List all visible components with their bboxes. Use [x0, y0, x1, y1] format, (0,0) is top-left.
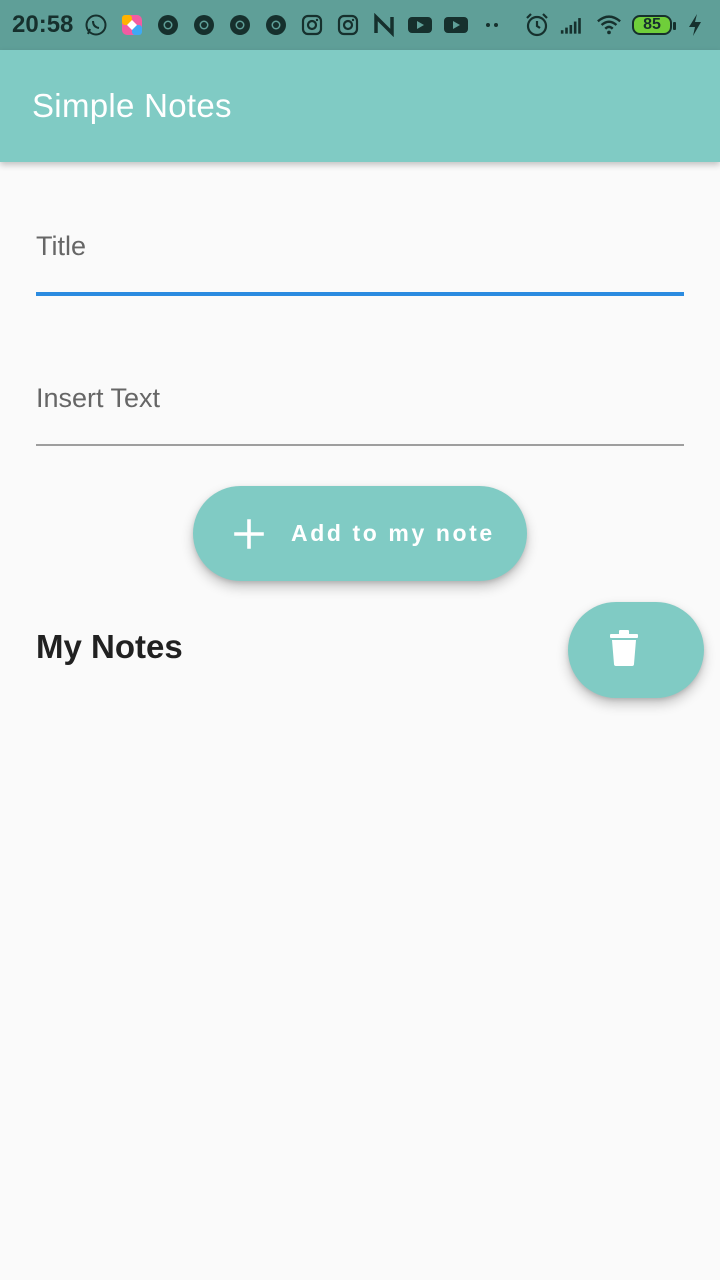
chrome-icon [263, 12, 289, 38]
signal-icon [560, 12, 586, 38]
my-notes-heading: My Notes [36, 628, 183, 665]
chrome-icon [191, 12, 217, 38]
app-bar: Simple Notes [0, 50, 720, 162]
instagram-icon [299, 12, 325, 38]
title-field[interactable] [36, 226, 684, 296]
whatsapp-icon [83, 12, 109, 38]
charging-icon [682, 12, 708, 38]
more-dots-icon [479, 12, 505, 38]
app-screen: 20:58 85 Simple Notes Title Insert Text … [0, 0, 720, 1280]
colorful-app-icon [119, 12, 145, 38]
battery-icon: 85 [632, 15, 676, 35]
wifi-icon [596, 12, 622, 38]
battery-level: 85 [643, 16, 661, 33]
alarm-icon [524, 12, 550, 38]
add-to-note-button[interactable]: Add to my note [193, 486, 527, 581]
note-text-input[interactable] [36, 378, 684, 418]
app-title: Simple Notes [32, 87, 232, 124]
youtube-icon [443, 12, 469, 38]
n-app-icon [371, 12, 397, 38]
youtube-icon [407, 12, 433, 38]
instagram-icon [335, 12, 361, 38]
chrome-icon [155, 12, 181, 38]
notification-icons [83, 12, 505, 38]
notes-list [0, 720, 720, 1280]
chrome-icon [227, 12, 253, 38]
text-field[interactable] [36, 378, 684, 446]
title-field-underline [36, 292, 684, 296]
text-field-underline [36, 444, 684, 446]
status-bar: 20:58 85 [0, 0, 720, 50]
trash-icon [610, 629, 638, 671]
title-input[interactable] [36, 226, 684, 266]
add-to-note-label: Add to my note [291, 520, 495, 546]
plus-icon [233, 518, 265, 550]
system-icons: 85 [524, 12, 708, 38]
delete-notes-button[interactable] [568, 602, 704, 698]
status-time: 20:58 [12, 11, 74, 38]
